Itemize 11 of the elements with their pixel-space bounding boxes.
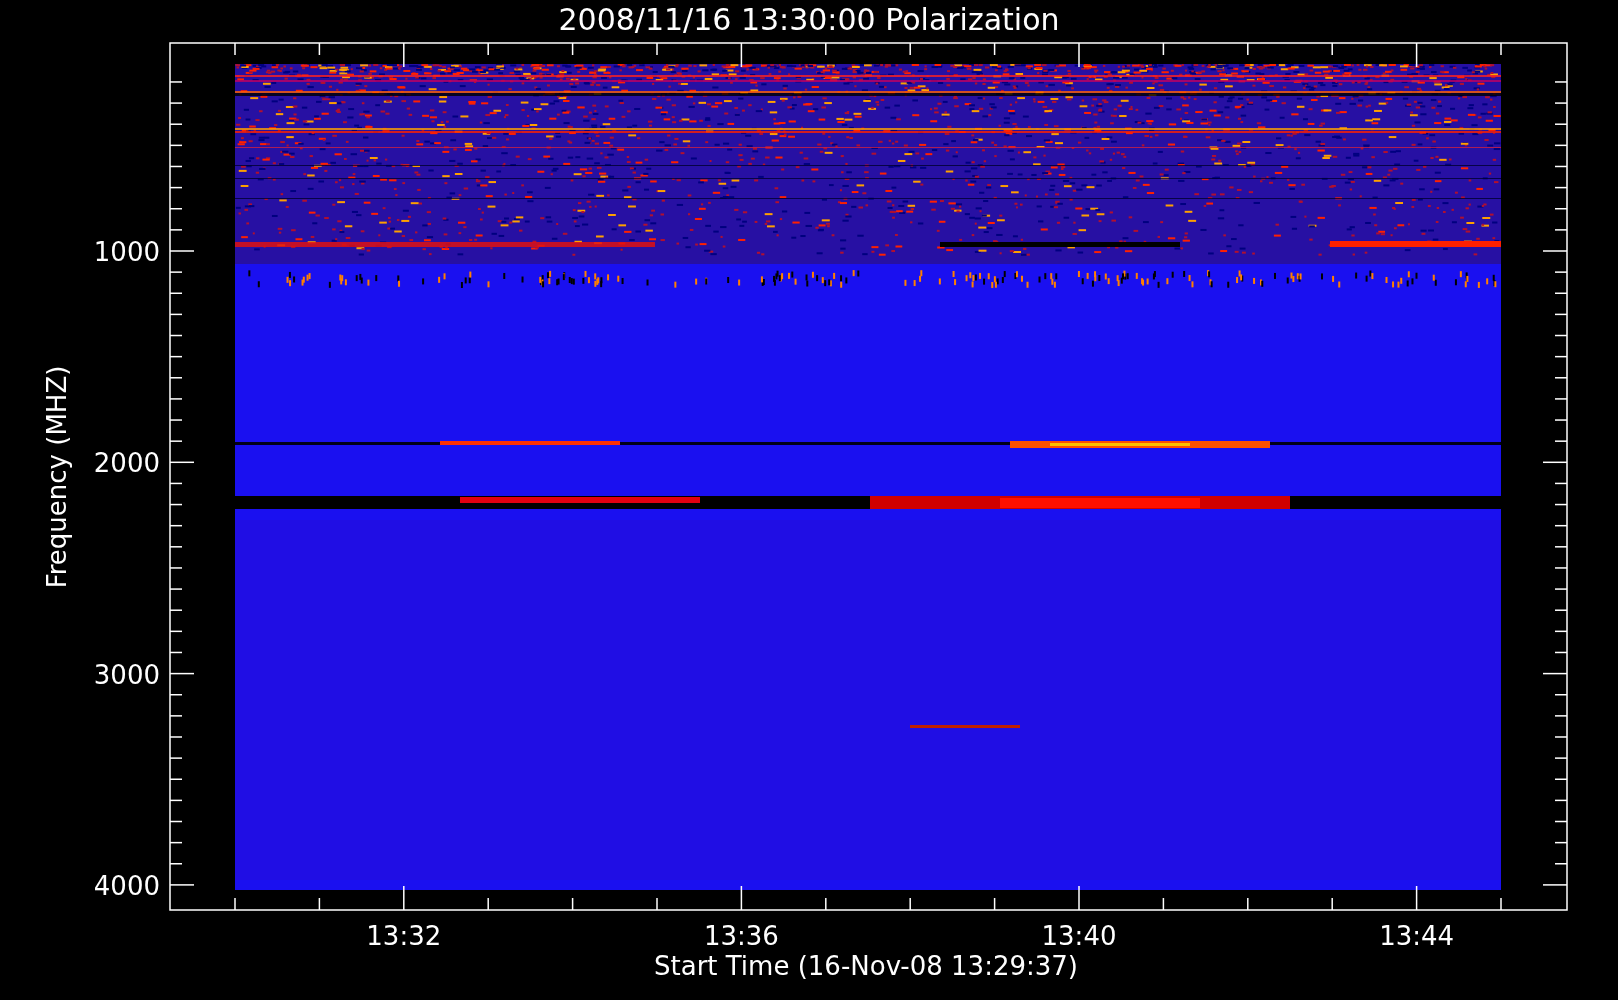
chart-title: 2008/11/16 13:30:00 Polarization [558,2,1060,37]
x-tick-label: 13:40 [1041,921,1117,951]
x-axis-label: Start Time (16-Nov-08 13:29:37) [654,951,1078,981]
y-tick-label: 2000 [93,448,160,479]
y-tick-label: 1000 [93,237,160,267]
y-tick-label: 4000 [93,870,160,901]
y-axis-label: Frequency (MHZ) [42,365,72,589]
x-tick-label: 13:32 [366,921,442,951]
y-tick-label: 3000 [93,659,160,690]
x-tick-label: 13:36 [703,921,779,951]
x-tick-label: 13:44 [1379,921,1455,951]
